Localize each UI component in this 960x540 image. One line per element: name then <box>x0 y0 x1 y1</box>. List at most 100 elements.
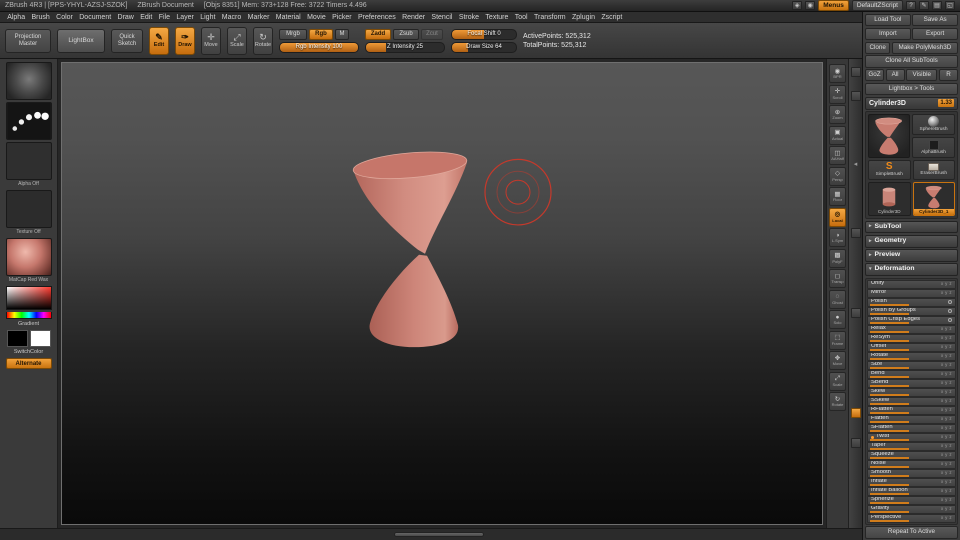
deformation-slider[interactable]: RFlatten x y z <box>867 405 956 415</box>
deformation-slider[interactable]: Bend x y z <box>867 369 956 379</box>
axis-toggles[interactable]: x y z <box>941 506 952 511</box>
menu-item[interactable]: Draw <box>114 14 137 21</box>
tool-item-cylinder3d-1-selected[interactable]: Cylinder3D_1 <box>912 182 955 217</box>
menu-item[interactable]: Document <box>76 14 114 21</box>
axis-toggles[interactable]: x y z <box>941 497 952 502</box>
shelf-icon-button[interactable]: ▩ PolyF <box>829 248 846 268</box>
menu-item[interactable]: Color <box>53 14 76 21</box>
axis-toggles[interactable]: x y z <box>941 290 952 295</box>
divider-icon[interactable] <box>850 438 861 448</box>
lightbox-button[interactable]: LightBox <box>57 28 105 53</box>
goz-button[interactable]: GoZ <box>865 69 885 82</box>
main-color-swatch[interactable] <box>6 330 28 348</box>
make-polymesh3d-button[interactable]: Make PolyMesh3D <box>891 41 958 54</box>
deformation-slider[interactable]: Flatten x y z <box>867 414 956 424</box>
axis-toggles[interactable]: x y z <box>941 452 952 457</box>
current-material-thumbnail[interactable] <box>5 238 52 276</box>
axis-toggles[interactable]: x y z <box>941 470 952 475</box>
deformation-slider[interactable]: Smooth x y z <box>867 468 956 478</box>
zsub-button[interactable]: Zsub <box>393 28 419 40</box>
color-picker[interactable] <box>5 286 52 310</box>
axis-toggles[interactable]: x y z <box>941 326 952 331</box>
shelf-icon-button[interactable]: ◉ BPR <box>829 64 846 83</box>
clone-all-subtools-button[interactable]: Clone All SubTools <box>865 55 958 68</box>
deformation-slider[interactable]: SBend x y z <box>867 378 956 388</box>
deformation-slider[interactable]: Unify x y z <box>867 279 956 289</box>
menu-item[interactable]: Material <box>273 14 304 21</box>
menu-item[interactable]: Render <box>399 14 428 21</box>
polish-mode-toggle-icon[interactable] <box>947 300 952 305</box>
tool-item-eraserbrush[interactable]: EraserBrush <box>912 160 955 181</box>
help-icon[interactable]: ? <box>906 1 916 10</box>
axis-toggles[interactable]: x y z <box>941 443 952 448</box>
current-alpha-thumbnail[interactable] <box>5 142 52 180</box>
menu-item[interactable]: Macro <box>219 14 245 21</box>
deformation-slider[interactable]: Offset x y z <box>867 342 956 352</box>
deformation-slider[interactable]: Polish Crisp Edges <box>867 315 956 325</box>
deformation-slider[interactable]: SSkew x y z <box>867 396 956 406</box>
shelf-icon-button[interactable]: ◎ Local <box>829 207 846 227</box>
section-subtool[interactable]: ▸ SubTool <box>865 220 958 234</box>
tool-item-cylinder3d[interactable]: Cylinder3D <box>868 182 911 217</box>
current-brush-thumbnail[interactable] <box>5 62 52 100</box>
load-tool-button[interactable]: Load Tool <box>865 14 911 27</box>
lightbox-tools-button[interactable]: Lightbox > Tools <box>865 82 958 96</box>
axis-toggles[interactable]: x y z <box>941 398 952 403</box>
menus-toggle-button[interactable]: Menus <box>818 0 849 11</box>
axis-toggles[interactable]: x y z <box>941 479 952 484</box>
shelf-icon-button[interactable]: ⤢ Scale <box>829 371 846 391</box>
deformation-slider[interactable]: SFlatten x y z <box>867 423 956 433</box>
deformation-slider[interactable]: Taper x y z <box>867 441 956 451</box>
menu-item[interactable]: Light <box>197 14 219 21</box>
active-tool-header[interactable]: Cylinder3D 1.33 <box>865 96 958 110</box>
goz-all-button[interactable]: All <box>885 69 905 82</box>
axis-toggles[interactable]: x y z <box>941 389 952 394</box>
shelf-icon-button[interactable]: ◌ Ghost <box>829 289 846 309</box>
projection-master-button[interactable]: Projection Master <box>5 28 51 53</box>
shelf-icon-button[interactable]: ▣ Actual <box>829 125 846 145</box>
rgb-button[interactable]: Rgb <box>309 28 333 40</box>
menu-item[interactable]: File <box>156 14 174 21</box>
secondary-color-swatch[interactable] <box>29 330 51 348</box>
alternate-button[interactable]: Alternate <box>5 358 52 370</box>
deformation-slider[interactable]: Twist x y z <box>867 432 956 442</box>
axis-toggles[interactable]: x y z <box>941 407 952 412</box>
deformation-slider[interactable]: Skew x y z <box>867 387 956 397</box>
draw-size-slider[interactable]: Draw Size 64 <box>451 41 517 53</box>
shelf-icon-button[interactable]: ⊕ Zoom <box>829 105 846 124</box>
axis-toggles[interactable]: x y z <box>941 335 952 340</box>
shelf-icon-button[interactable]: ● Solo <box>829 310 846 329</box>
goz-r-button[interactable]: R <box>938 69 958 82</box>
menu-item[interactable]: Movie <box>304 14 329 21</box>
deformation-slider[interactable]: Rotate x y z <box>867 351 956 361</box>
axis-toggles[interactable]: x y z <box>941 353 952 358</box>
mrgb-button[interactable]: Mrgb <box>279 28 307 40</box>
divider-icon[interactable] <box>850 308 861 318</box>
menu-item[interactable]: Marker <box>244 14 272 21</box>
shelf-icon-button[interactable]: ◻ Transp <box>829 269 846 288</box>
divider-icon[interactable] <box>850 228 861 238</box>
axis-toggles[interactable]: x y z <box>941 515 952 520</box>
import-button[interactable]: Import <box>865 27 911 41</box>
section-preview[interactable]: ▸ Preview <box>865 249 958 262</box>
polish-mode-toggle-icon[interactable] <box>947 309 952 314</box>
deformation-slider[interactable]: Polish <box>867 297 956 307</box>
z-intensity-slider[interactable]: Z Intensity 25 <box>365 41 445 53</box>
axis-toggles[interactable]: x y z <box>941 416 952 421</box>
axis-toggles[interactable]: x y z <box>941 281 952 286</box>
menu-item[interactable]: Layer <box>173 14 197 21</box>
divider-icon[interactable] <box>850 67 861 77</box>
deformation-slider[interactable]: Relax x y z <box>867 324 956 334</box>
axis-toggles[interactable]: x y z <box>941 461 952 466</box>
current-stroke-thumbnail[interactable] <box>5 102 52 140</box>
divider-icon[interactable] <box>850 91 861 101</box>
tray-collapse-arrow-icon[interactable]: ◂ <box>854 161 858 168</box>
menu-item[interactable]: Zplugin <box>569 14 598 21</box>
save-as-button[interactable]: Save As <box>912 14 958 27</box>
polish-mode-toggle-icon[interactable] <box>947 318 952 323</box>
shelf-icon-button[interactable]: ◫ AAHalf <box>829 146 846 165</box>
deformation-slider[interactable]: Squeeze x y z <box>867 450 956 460</box>
pen-icon[interactable]: ✎ <box>919 1 929 10</box>
edit-mode-button[interactable]: ✎ Edit <box>149 26 169 55</box>
divider-icon-active[interactable] <box>850 408 861 418</box>
